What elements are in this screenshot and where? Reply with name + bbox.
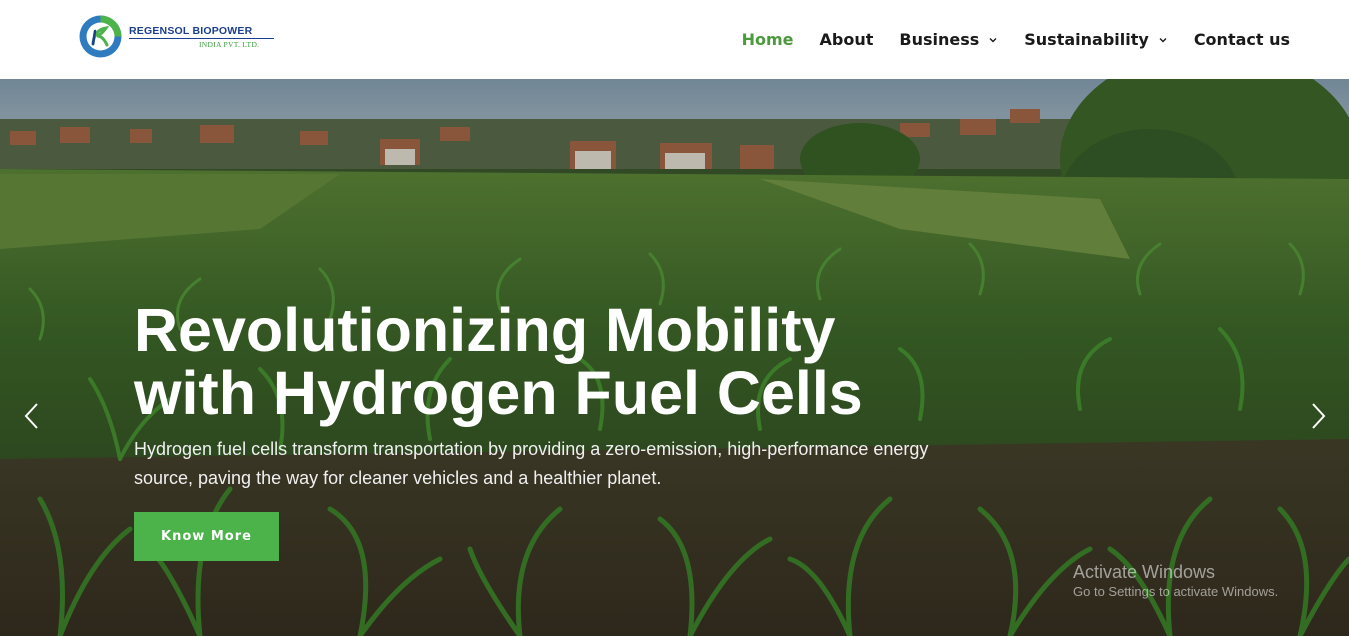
nav-business[interactable]: Business: [899, 30, 998, 49]
hero-title-line-2: with Hydrogen Fuel Cells: [134, 359, 863, 427]
nav-home[interactable]: Home: [742, 30, 794, 49]
watermark-title: Activate Windows: [1073, 562, 1216, 582]
hero-title: Revolutionizing Mobility with Hydrogen F…: [134, 299, 1034, 425]
hero-title-line-1: Revolutionizing Mobility: [134, 296, 836, 364]
chevron-left-icon: [24, 403, 38, 429]
hero-description: Hydrogen fuel cells transform transporta…: [134, 435, 954, 493]
nav-sustainability[interactable]: Sustainability: [1024, 30, 1168, 49]
know-more-button[interactable]: Know More: [134, 512, 279, 561]
windows-activation-watermark: Activate Windows Go to Settings to activ…: [1073, 561, 1278, 600]
slider-prev-button[interactable]: [20, 401, 44, 431]
chevron-right-icon: [1312, 403, 1326, 429]
hero-slider: Revolutionizing Mobility with Hydrogen F…: [0, 79, 1349, 636]
brand-divider: [129, 37, 274, 39]
brand-subtitle: INDIA PVT. LTD.: [199, 39, 260, 49]
chevron-down-icon: [989, 37, 997, 42]
nav-sustainability-label: Sustainability: [1024, 30, 1149, 49]
nav-contact[interactable]: Contact us: [1194, 30, 1290, 49]
brand-name: REGENSOL BIOPOWER: [129, 24, 253, 37]
hero-description-line-2: source, paving the way for cleaner vehic…: [134, 468, 662, 488]
nav-home-label: Home: [741, 30, 794, 49]
main-nav: Home About Business Sustainability Conta…: [716, 0, 1290, 79]
nav-business-label: Business: [899, 30, 980, 49]
nav-contact-label: Contact us: [1193, 30, 1290, 49]
nav-about-label: About: [819, 30, 874, 49]
slider-next-button[interactable]: [1306, 401, 1330, 431]
watermark-subtitle: Go to Settings to activate Windows.: [1073, 584, 1279, 599]
brand-logo[interactable]: REGENSOL BIOPOWER INDIA PVT. LTD.: [78, 14, 274, 59]
hero-description-line-1: Hydrogen fuel cells transform transporta…: [134, 439, 929, 459]
chevron-down-icon: [1159, 37, 1167, 42]
logo-icon: [78, 14, 123, 59]
site-header: REGENSOL BIOPOWER INDIA PVT. LTD. Home A…: [0, 0, 1349, 79]
nav-about[interactable]: About: [820, 30, 874, 49]
